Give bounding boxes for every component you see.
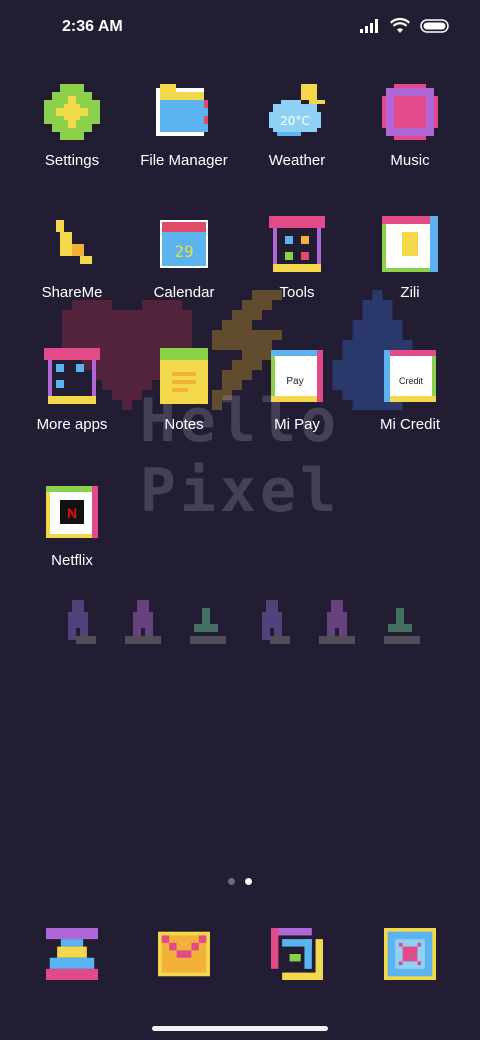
camera-icon bbox=[384, 928, 436, 980]
pixel-figure-icon bbox=[124, 600, 161, 644]
app-label: Notes bbox=[164, 416, 204, 433]
app-more-apps[interactable]: More apps bbox=[12, 348, 132, 433]
app-label: Zili bbox=[400, 284, 420, 301]
mi-credit-badge: Credit bbox=[399, 376, 424, 386]
mi-credit-icon: Credit bbox=[384, 350, 436, 402]
status-time: 2:36 AM bbox=[62, 18, 123, 35]
dock-browser[interactable] bbox=[237, 928, 357, 980]
app-label: Settings bbox=[44, 152, 100, 169]
mi-pay-icon: Pay bbox=[271, 350, 323, 402]
signal-icon bbox=[360, 19, 378, 33]
messages-icon bbox=[158, 931, 210, 977]
app-music[interactable]: Music bbox=[350, 84, 470, 169]
app-label: Tools bbox=[279, 284, 315, 301]
app-mi-pay[interactable]: Pay Mi Pay bbox=[237, 348, 357, 433]
page-dot-active[interactable] bbox=[245, 878, 252, 885]
dock-phone[interactable] bbox=[12, 928, 132, 980]
app-settings[interactable]: Settings bbox=[12, 84, 132, 169]
app-label: File Manager bbox=[140, 152, 228, 169]
more-apps-icon bbox=[44, 348, 100, 404]
app-notes[interactable]: Notes bbox=[124, 348, 244, 433]
pixel-figure-icon bbox=[262, 600, 291, 644]
app-label: Mi Credit bbox=[379, 416, 440, 433]
app-label: Music bbox=[390, 152, 430, 169]
calendar-day: 29 bbox=[174, 242, 193, 261]
pixel-figure-icon bbox=[319, 600, 356, 644]
app-calendar[interactable]: 29 Calendar bbox=[124, 216, 244, 301]
battery-icon bbox=[420, 19, 449, 33]
browser-icon bbox=[271, 928, 323, 980]
folder-icon bbox=[156, 84, 208, 136]
app-tools[interactable]: Tools bbox=[237, 216, 357, 301]
dock bbox=[0, 928, 480, 984]
weather-temp: 20°C bbox=[280, 114, 310, 128]
home-indicator[interactable] bbox=[152, 1026, 328, 1031]
mi-pay-badge: Pay bbox=[286, 376, 303, 387]
music-icon bbox=[382, 84, 438, 140]
app-zili[interactable]: Zili bbox=[350, 216, 470, 301]
app-label: Netflix bbox=[51, 552, 93, 569]
settings-icon bbox=[44, 84, 100, 140]
wifi-icon bbox=[390, 18, 410, 33]
page-dot[interactable] bbox=[228, 878, 235, 885]
app-shareme[interactable]: ShareMe bbox=[12, 216, 132, 301]
app-label: Calendar bbox=[153, 284, 215, 301]
pixel-boot-icon bbox=[189, 608, 226, 644]
tools-icon bbox=[269, 216, 325, 272]
app-label: ShareMe bbox=[41, 284, 103, 301]
pixel-boot-icon bbox=[383, 608, 420, 644]
phone-icon bbox=[46, 928, 98, 980]
app-label: More apps bbox=[36, 416, 108, 433]
zili-icon bbox=[382, 216, 438, 272]
netflix-icon: N bbox=[46, 486, 98, 538]
app-weather[interactable]: 20°C Weather bbox=[237, 84, 357, 169]
app-label: Mi Pay bbox=[274, 416, 320, 433]
page-indicator bbox=[0, 878, 480, 885]
app-netflix[interactable]: N Netflix bbox=[12, 484, 132, 569]
status-bar: 2:36 AM bbox=[0, 0, 480, 56]
pixel-figure-icon bbox=[68, 600, 96, 644]
wallpaper-pixel-figures bbox=[60, 600, 420, 646]
app-mi-credit[interactable]: Credit Mi Credit bbox=[350, 348, 470, 433]
app-label: Weather bbox=[268, 152, 326, 169]
netflix-letter: N bbox=[67, 505, 77, 521]
shareme-icon bbox=[56, 220, 92, 264]
calendar-icon: 29 bbox=[160, 220, 208, 268]
weather-icon: 20°C bbox=[269, 84, 325, 136]
notes-icon bbox=[160, 348, 208, 404]
app-file-manager[interactable]: File Manager bbox=[124, 84, 244, 169]
dock-camera[interactable] bbox=[350, 928, 470, 980]
dock-messages[interactable] bbox=[124, 928, 244, 980]
